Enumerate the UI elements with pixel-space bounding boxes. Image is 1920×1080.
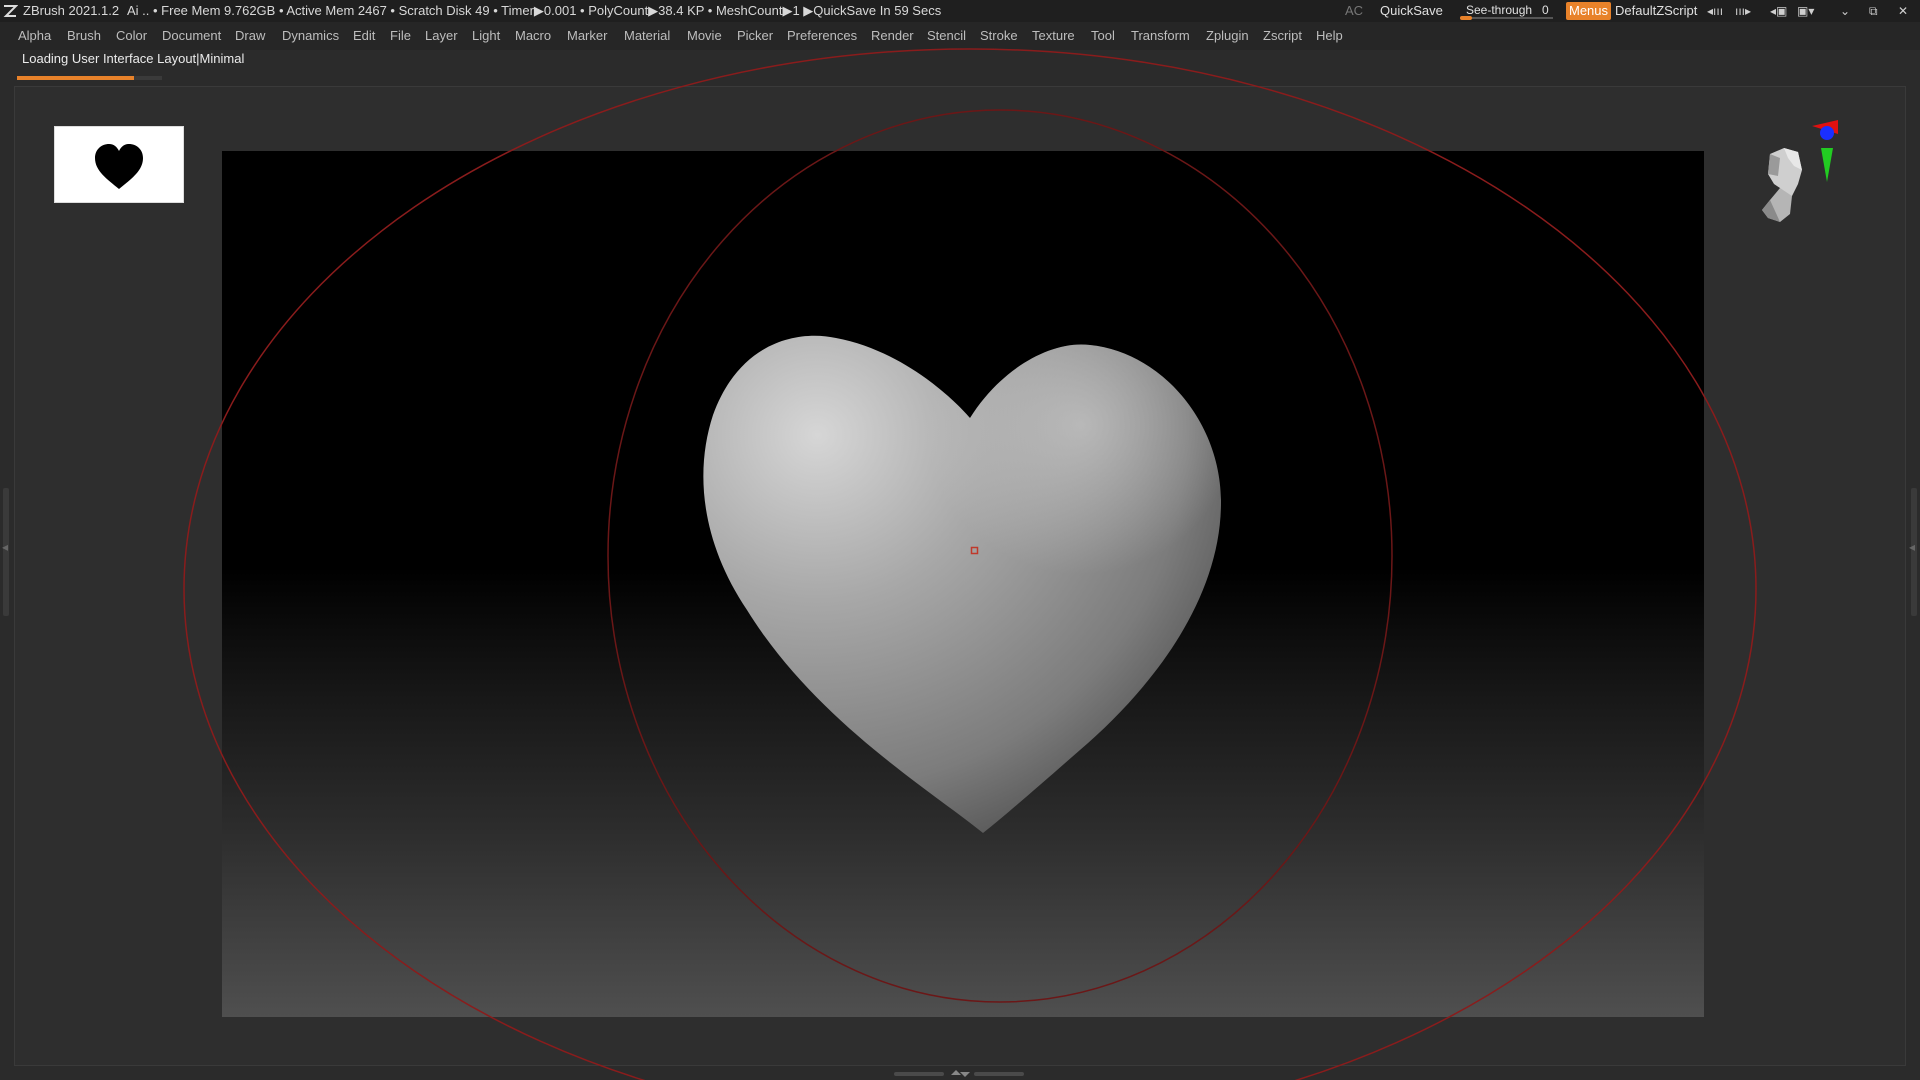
menu-color[interactable]: Color bbox=[116, 22, 147, 50]
menu-texture[interactable]: Texture bbox=[1032, 22, 1075, 50]
bottom-handle-right-bar bbox=[974, 1072, 1024, 1076]
menu-preferences[interactable]: Preferences bbox=[787, 22, 857, 50]
bottom-tray-handle[interactable] bbox=[894, 1070, 1024, 1078]
menu-stencil[interactable]: Stencil bbox=[927, 22, 966, 50]
menu-transform[interactable]: Transform bbox=[1131, 22, 1190, 50]
loading-progress-bar bbox=[17, 76, 162, 80]
menu-layer[interactable]: Layer bbox=[425, 22, 458, 50]
see-through-slider[interactable]: See-through 0 bbox=[1460, 2, 1553, 20]
quicksave-button[interactable]: QuickSave bbox=[1380, 0, 1443, 22]
menu-picker[interactable]: Picker bbox=[737, 22, 773, 50]
ui-swap-icon[interactable]: ◂▣ bbox=[1770, 0, 1787, 22]
alpha-thumbnail[interactable] bbox=[54, 126, 184, 203]
ui-layout-icon[interactable]: ▣▾ bbox=[1797, 0, 1814, 22]
menu-edit[interactable]: Edit bbox=[353, 22, 375, 50]
menu-zplugin[interactable]: Zplugin bbox=[1206, 22, 1249, 50]
default-zscript-button[interactable]: DefaultZScript bbox=[1615, 0, 1697, 22]
menu-brush[interactable]: Brush bbox=[67, 22, 101, 50]
bottom-handle-left-bar bbox=[894, 1072, 944, 1076]
z-axis-dot-icon bbox=[1820, 126, 1834, 140]
close-icon[interactable]: ✕ bbox=[1898, 0, 1908, 22]
head-bust-icon bbox=[1762, 148, 1802, 222]
layout-prev-icon[interactable]: ◂ııı bbox=[1707, 0, 1723, 22]
menu-file[interactable]: File bbox=[390, 22, 411, 50]
title-bar: ZBrush 2021.1.2 Ai .. • Free Mem 9.762GB… bbox=[0, 0, 1920, 22]
loading-progress-fill bbox=[17, 76, 135, 80]
menu-bar: Alpha Brush Color Document Draw Dynamics… bbox=[0, 22, 1920, 50]
status-readout: Ai .. • Free Mem 9.762GB • Active Mem 24… bbox=[127, 3, 942, 18]
menu-alpha[interactable]: Alpha bbox=[18, 22, 51, 50]
menu-movie[interactable]: Movie bbox=[687, 22, 722, 50]
see-through-track bbox=[1460, 17, 1553, 19]
menu-help[interactable]: Help bbox=[1316, 22, 1343, 50]
menu-dynamics[interactable]: Dynamics bbox=[282, 22, 339, 50]
restore-icon[interactable]: ⧉ bbox=[1869, 0, 1878, 22]
ac-toggle[interactable]: AC bbox=[1345, 0, 1363, 22]
head-navigation-icon[interactable] bbox=[1740, 118, 1840, 254]
y-axis-arrow-icon bbox=[1821, 148, 1833, 182]
menu-light[interactable]: Light bbox=[472, 22, 500, 50]
layout-next-icon[interactable]: ııı▸ bbox=[1735, 0, 1751, 22]
heart-icon bbox=[95, 144, 143, 189]
see-through-knob[interactable] bbox=[1460, 16, 1472, 20]
minimize-icon[interactable]: ⌄ bbox=[1840, 0, 1850, 22]
menu-material[interactable]: Material bbox=[624, 22, 670, 50]
app-title: ZBrush 2021.1.2 bbox=[23, 3, 120, 18]
zbrush-logo-icon bbox=[3, 5, 18, 17]
menu-macro[interactable]: Macro bbox=[515, 22, 551, 50]
menu-document[interactable]: Document bbox=[162, 22, 221, 50]
menu-zscript[interactable]: Zscript bbox=[1263, 22, 1302, 50]
document-canvas[interactable] bbox=[222, 151, 1704, 1017]
menu-stroke[interactable]: Stroke bbox=[980, 22, 1018, 50]
bottom-tray-arrows-icon[interactable] bbox=[949, 1069, 971, 1079]
menu-marker[interactable]: Marker bbox=[567, 22, 607, 50]
menu-tool[interactable]: Tool bbox=[1091, 22, 1115, 50]
menu-render[interactable]: Render bbox=[871, 22, 914, 50]
menu-draw[interactable]: Draw bbox=[235, 22, 265, 50]
menus-toggle-button[interactable]: Menus bbox=[1566, 2, 1612, 20]
left-tray-arrow-icon[interactable]: ◂ bbox=[2, 540, 8, 554]
right-tray-arrow-icon[interactable]: ◂ bbox=[1909, 540, 1915, 554]
loading-notice: Loading User Interface Layout|Minimal bbox=[22, 51, 245, 66]
